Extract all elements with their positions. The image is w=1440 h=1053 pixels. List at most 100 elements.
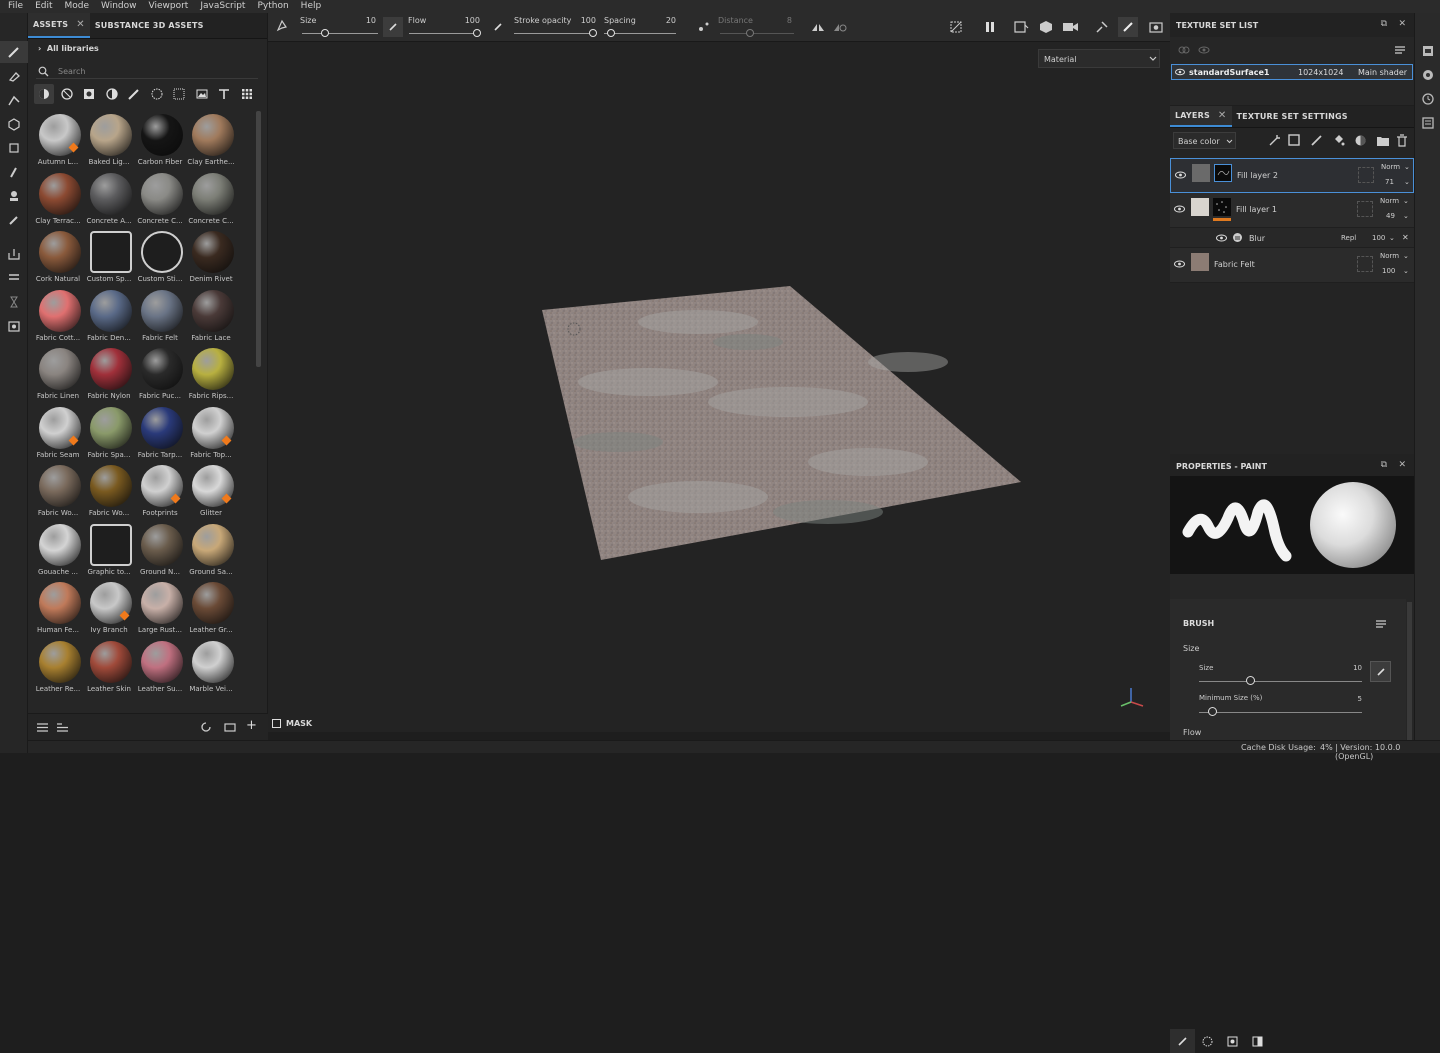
blend-mode[interactable]: Norm <box>1380 252 1399 260</box>
material-thumbnail[interactable]: Concrete C... <box>134 170 186 228</box>
layer-opacity[interactable]: 100 <box>1382 267 1395 275</box>
chevron-down-icon[interactable]: ⌄ <box>1403 252 1409 260</box>
material-thumbnail[interactable]: Large Rust... <box>134 579 186 637</box>
tab-brush-properties[interactable] <box>1170 1029 1195 1053</box>
material-thumbnail[interactable]: Fabric Rips... <box>185 345 237 403</box>
history-icon[interactable] <box>1422 93 1434 105</box>
texture-set-resolution[interactable]: 1024x1024 <box>1298 68 1343 77</box>
textured-plane-mesh[interactable] <box>268 42 1170 732</box>
material-thumbnail[interactable]: Custom Sp... <box>83 228 135 286</box>
screenshot-camera-icon[interactable] <box>1148 19 1164 35</box>
tab-stencil[interactable] <box>1220 1029 1245 1053</box>
add-folder-icon[interactable] <box>1376 135 1390 147</box>
chevron-down-icon[interactable]: ⌄ <box>1404 163 1410 171</box>
smudge-tool[interactable] <box>0 137 28 159</box>
eye-icon[interactable] <box>1174 205 1185 213</box>
list-menu-icon[interactable] <box>1375 619 1387 629</box>
material-thumbnail[interactable]: Denim Rivet <box>185 228 237 286</box>
log-icon[interactable] <box>1422 117 1434 129</box>
filter-textures[interactable] <box>169 84 189 104</box>
filter-filters[interactable] <box>102 84 122 104</box>
camera-tool[interactable] <box>0 315 28 337</box>
distance-slider-handle[interactable] <box>746 29 754 37</box>
tab-alpha[interactable] <box>1195 1029 1220 1053</box>
refresh-icon[interactable] <box>200 721 212 733</box>
stroke-opacity-value[interactable]: 100 <box>576 16 596 25</box>
material-thumbnail[interactable]: Ground N... <box>134 521 186 579</box>
list-menu-icon[interactable] <box>1394 45 1406 55</box>
texture-set-shader[interactable]: Main shader <box>1358 68 1407 77</box>
tab-material[interactable] <box>1245 1029 1270 1053</box>
shelf-icon[interactable] <box>1422 45 1434 57</box>
material-thumbnail[interactable]: Fabric Linen <box>32 345 84 403</box>
channel-dropdown[interactable]: Material <box>1038 49 1160 68</box>
flow-pen-pressure-button[interactable] <box>488 17 508 37</box>
layer-mask-slot[interactable] <box>1358 167 1374 183</box>
material-thumbnail[interactable]: Fabric Wo... <box>32 462 84 520</box>
projection-tool[interactable] <box>0 89 28 111</box>
material-thumbnail[interactable]: Autumn L... <box>32 111 84 169</box>
brush-size-slider[interactable] <box>1199 681 1362 682</box>
eye-icon[interactable] <box>1175 68 1185 76</box>
material-thumbnail[interactable]: Leather Su... <box>134 638 186 696</box>
paint-mode-button[interactable] <box>1118 17 1138 37</box>
distance-slider[interactable] <box>720 33 794 34</box>
stroke-opacity-handle[interactable] <box>589 29 597 37</box>
material-thumbnail[interactable]: Baked Lig... <box>83 111 135 169</box>
properties-scrollbar[interactable] <box>1407 602 1412 740</box>
material-thumbnail[interactable]: Fabric Tarp... <box>134 404 186 462</box>
material-thumbnail[interactable]: Leather Gr... <box>185 579 237 637</box>
symmetry-icon[interactable] <box>810 19 826 35</box>
menu-file[interactable]: File <box>2 0 29 13</box>
eye-icon[interactable] <box>1174 260 1185 268</box>
material-thumbnail[interactable]: Ground Sa... <box>185 521 237 579</box>
menu-python[interactable]: Python <box>251 0 294 13</box>
assets-scrollbar[interactable] <box>256 111 261 367</box>
chevron-down-icon[interactable]: ⌄ <box>1404 178 1410 186</box>
paint-brush-tool[interactable] <box>0 41 28 63</box>
brush-size-handle[interactable] <box>1246 676 1255 685</box>
3d-viewport[interactable]: Material <box>268 42 1170 732</box>
selection-tool[interactable] <box>0 185 28 207</box>
material-thumbnail[interactable]: Ivy Branch <box>83 579 135 637</box>
menu-viewport[interactable]: Viewport <box>143 0 195 13</box>
add-smart-material-icon[interactable] <box>1354 134 1367 147</box>
layer-opacity[interactable]: 71 <box>1385 178 1394 186</box>
add-mask-icon[interactable] <box>1288 134 1301 147</box>
blend-mode[interactable]: Repl <box>1341 234 1356 242</box>
filter-materials[interactable] <box>34 84 54 104</box>
material-thumbnail[interactable]: Leather Skin <box>83 638 135 696</box>
filter-smart-masks[interactable] <box>79 84 99 104</box>
library-selector[interactable]: › All libraries <box>38 44 99 53</box>
filter-particles[interactable] <box>147 84 167 104</box>
add-fill-layer-icon[interactable] <box>1332 134 1345 147</box>
polygon-fill-tool[interactable] <box>0 113 28 135</box>
eraser-tool[interactable] <box>0 65 28 87</box>
close-icon[interactable]: ✕ <box>76 19 85 30</box>
blend-mode[interactable]: Norm <box>1380 197 1399 205</box>
menu-help[interactable]: Help <box>295 0 328 13</box>
pause-icon[interactable] <box>982 19 998 35</box>
close-icon[interactable]: ✕ <box>1218 110 1227 121</box>
min-size-slider[interactable] <box>1199 712 1362 713</box>
bake-tool[interactable] <box>0 243 28 265</box>
size-pen-pressure-button[interactable] <box>383 17 403 37</box>
layer-row[interactable]: Fill layer 1 Norm ⌄ 49 ⌄ <box>1170 193 1414 228</box>
layer-row[interactable]: Fabric Felt Norm ⌄ 100 ⌄ <box>1170 248 1414 283</box>
tab-substance-assets[interactable]: SUBSTANCE 3D ASSETS <box>90 13 209 38</box>
material-thumbnail[interactable]: Fabric Wo... <box>83 462 135 520</box>
material-thumbnail[interactable]: Fabric Puc... <box>134 345 186 403</box>
mask-thumbnail[interactable] <box>1214 164 1232 182</box>
eye-icon[interactable] <box>1175 171 1186 179</box>
filter-smart-materials[interactable] <box>57 84 77 104</box>
spacing-slider-handle[interactable] <box>607 29 615 37</box>
add-paint-layer-icon[interactable] <box>1310 134 1323 147</box>
panel-controls[interactable]: ⧉ ✕ <box>1381 19 1406 29</box>
material-thumbnail[interactable]: Custom Sti... <box>134 228 186 286</box>
hide-ui-icon[interactable] <box>948 19 964 35</box>
material-thumbnail[interactable]: Marble Vei... <box>185 638 237 696</box>
menu-javascript[interactable]: JavaScript <box>194 0 251 13</box>
chevron-down-icon[interactable]: ⌄ <box>1389 234 1395 242</box>
layer-mask-slot[interactable] <box>1357 201 1373 217</box>
flow-value[interactable]: 100 <box>460 16 480 25</box>
